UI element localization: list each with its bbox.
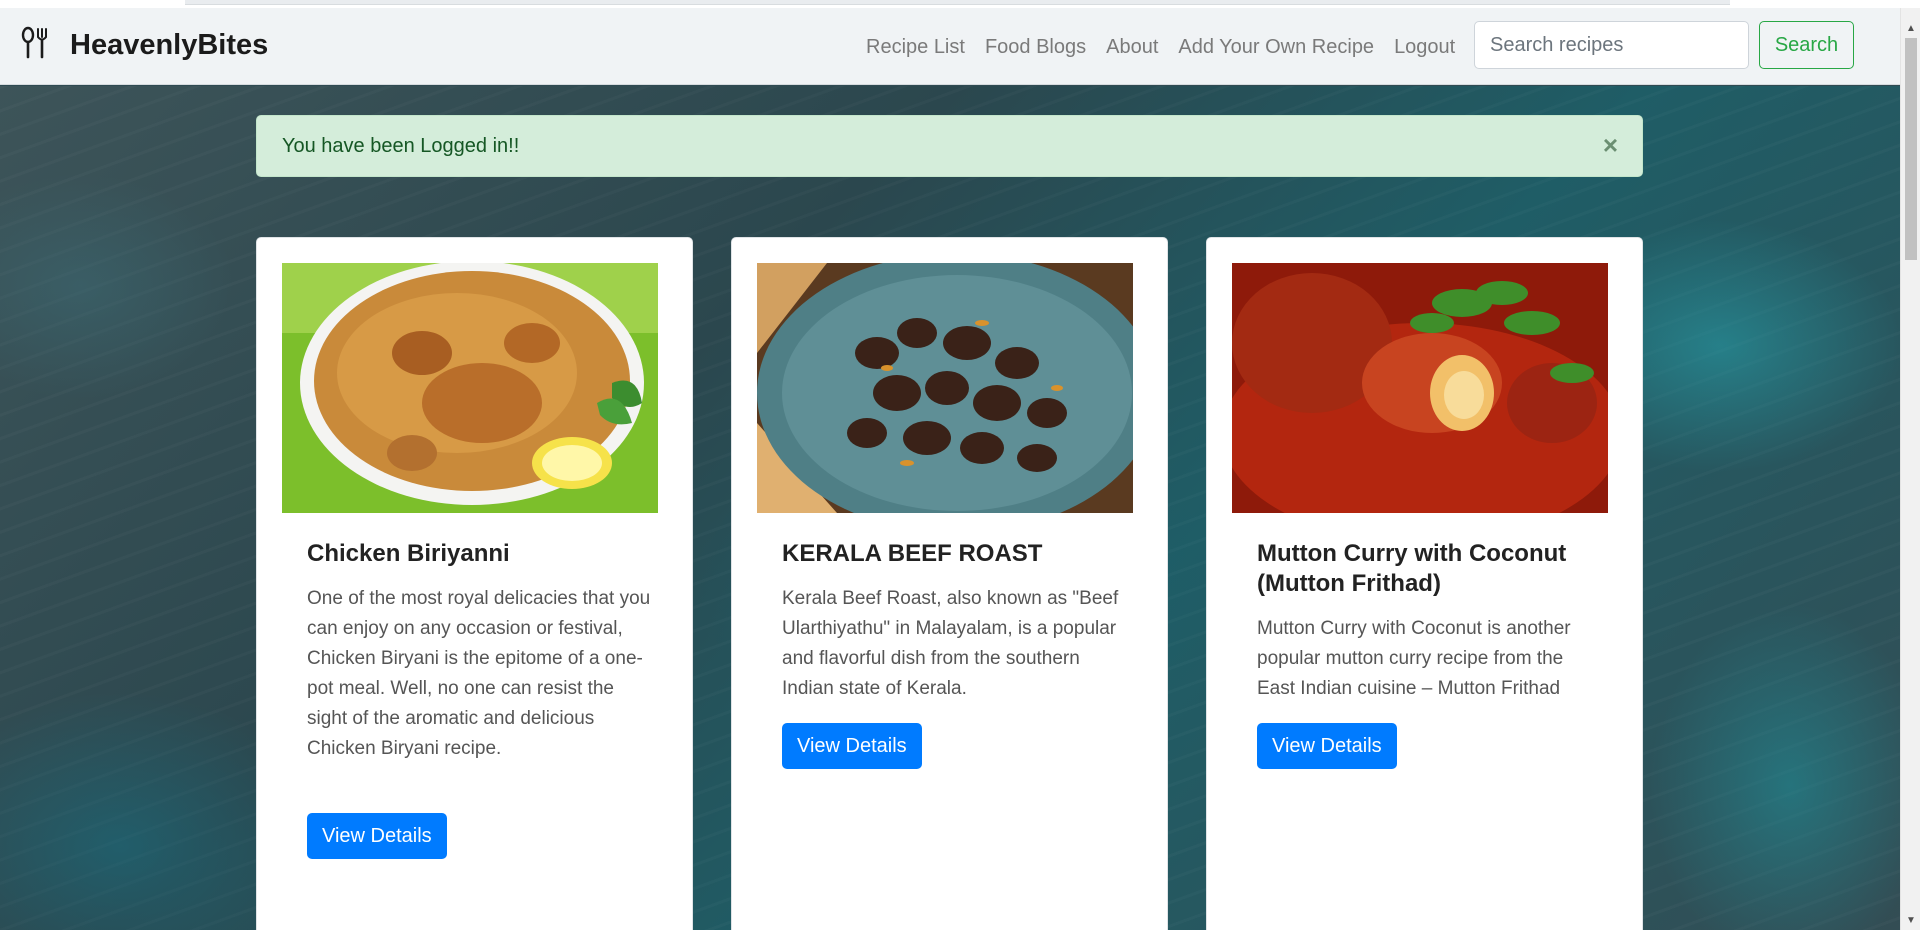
browser-top-strip [0,0,1920,8]
search-button[interactable]: Search [1759,21,1854,69]
recipe-card-mutton-curry: Mutton Curry with Coconut (Mutton Fritha… [1206,237,1643,930]
login-alert: You have been Logged in!! × [256,115,1643,177]
browser-address-strip [185,0,1730,5]
card-title: Chicken Biriyanni [307,540,510,567]
card-title: Mutton Curry with Coconut (Mutton Fritha… [1257,540,1567,597]
mutton-curry-photo [1232,263,1608,513]
chicken-biryani-photo [282,263,658,513]
view-details-button[interactable]: View Details [782,723,922,769]
search-input[interactable] [1474,21,1749,69]
scroll-thumb[interactable] [1905,38,1917,260]
card-description: Mutton Curry with Coconut is another pop… [1257,618,1571,699]
recipe-card-chicken-biryani: Chicken Biriyanni One of the most royal … [256,237,693,930]
view-details-button[interactable]: View Details [1257,723,1397,769]
nav-link-logout[interactable]: Logout [1394,36,1455,59]
card-description: Kerala Beef Roast, also known as "Beef U… [782,588,1119,699]
nav-link-food-blogs[interactable]: Food Blogs [985,36,1086,59]
navbar: HeavenlyBites Recipe List Food Blogs Abo… [0,8,1900,85]
brand-name: HeavenlyBites [70,28,269,61]
nav-link-add-recipe[interactable]: Add Your Own Recipe [1178,36,1374,59]
alert-message: You have been Logged in!! [282,135,520,157]
fork-spoon-icon [18,26,52,65]
scroll-down-arrow-icon[interactable]: ▼ [1901,912,1920,930]
nav-links: Recipe List Food Blogs About Add Your Ow… [866,32,1475,62]
scrollbar[interactable]: ▲ ▼ [1900,8,1920,930]
card-title: KERALA BEEF ROAST [782,540,1043,567]
close-icon[interactable]: × [1603,130,1618,160]
nav-link-about[interactable]: About [1106,36,1158,59]
scroll-up-arrow-icon[interactable]: ▲ [1901,20,1920,38]
card-description: One of the most royal delicacies that yo… [307,588,651,759]
recipe-card-kerala-beef-roast: KERALA BEEF ROAST Kerala Beef Roast, als… [731,237,1168,930]
beef-roast-photo [757,263,1133,513]
nav-link-recipe-list[interactable]: Recipe List [866,36,965,59]
brand[interactable]: HeavenlyBites [18,26,269,65]
view-details-button[interactable]: View Details [307,813,447,859]
